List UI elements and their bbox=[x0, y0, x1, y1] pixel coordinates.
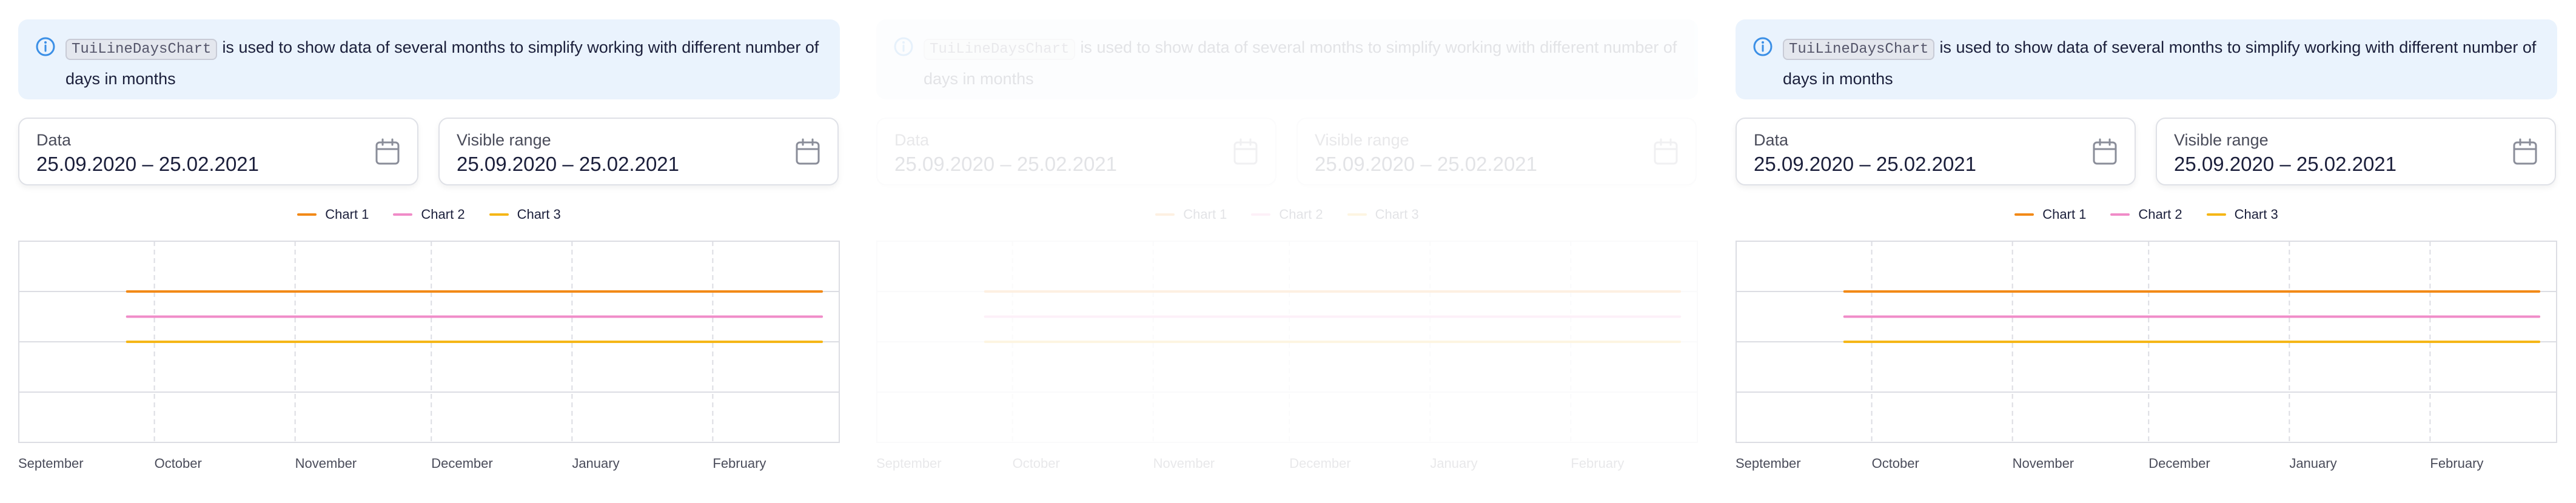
x-tick-label: September bbox=[876, 456, 942, 471]
notice-text: TuiLineDaysChart is used to show data of … bbox=[924, 33, 1682, 93]
chart-legend: Chart 1 Chart 2 Chart 3 bbox=[876, 202, 1698, 227]
legend-item: Chart 1 bbox=[297, 207, 369, 222]
legend-swatch bbox=[297, 213, 317, 216]
data-field-label: Data bbox=[36, 131, 72, 149]
notice-text: TuiLineDaysChart is used to show data of … bbox=[65, 33, 823, 93]
x-tick-label: February bbox=[713, 456, 766, 471]
x-tick-label: February bbox=[1571, 456, 1624, 471]
legend-item: Chart 2 bbox=[2110, 207, 2182, 222]
legend-item: Chart 3 bbox=[2206, 207, 2278, 222]
x-tick-label: December bbox=[1289, 456, 1350, 471]
x-tick-label: December bbox=[431, 456, 492, 471]
x-tick-label: October bbox=[1872, 456, 1919, 471]
line-days-chart: September October November December January F… bbox=[876, 241, 1698, 471]
x-tick-label: January bbox=[572, 456, 619, 471]
visible-range-value[interactable]: 25.09.2020 – 25.02.2021 bbox=[457, 153, 679, 176]
x-tick-label: November bbox=[295, 456, 357, 471]
info-notice: TuiLineDaysChart is used to show data of … bbox=[18, 19, 840, 99]
legend-item: Chart 2 bbox=[393, 207, 465, 222]
x-tick-label: January bbox=[1430, 456, 1477, 471]
legend-swatch bbox=[1347, 213, 1367, 216]
chart-legend: Chart 1 Chart 2 Chart 3 bbox=[1736, 202, 2557, 227]
legend-label: Chart 1 bbox=[1183, 207, 1227, 222]
x-tick-label: October bbox=[1013, 456, 1060, 471]
info-notice: TuiLineDaysChart is used to show data of … bbox=[1736, 19, 2557, 99]
legend-label: Chart 2 bbox=[2138, 207, 2182, 222]
x-tick-label: February bbox=[2430, 456, 2483, 471]
notice-text: TuiLineDaysChart is used to show data of … bbox=[1783, 33, 2541, 93]
legend-label: Chart 2 bbox=[421, 207, 465, 222]
info-notice: TuiLineDaysChart is used to show data of … bbox=[876, 19, 1698, 99]
info-icon bbox=[36, 37, 55, 56]
visible-range-field[interactable]: Visible range 25.09.2020 – 25.02.2021 bbox=[2156, 118, 2556, 185]
legend-label: Chart 3 bbox=[2234, 207, 2278, 222]
demo-panel-1: TuiLineDaysChart is used to show data of … bbox=[18, 0, 858, 503]
legend-label: Chart 1 bbox=[325, 207, 369, 222]
legend-item: Chart 3 bbox=[1347, 207, 1419, 222]
legend-label: Chart 3 bbox=[1375, 207, 1419, 222]
component-code: TuiLineDaysChart bbox=[65, 39, 218, 60]
data-field-value[interactable]: 25.09.2020 – 25.02.2021 bbox=[36, 153, 259, 176]
legend-swatch bbox=[1155, 213, 1175, 216]
x-tick-label: September bbox=[1736, 456, 1801, 471]
calendar-icon[interactable] bbox=[795, 138, 820, 166]
legend-swatch bbox=[1251, 213, 1271, 216]
calendar-icon[interactable] bbox=[1653, 138, 1679, 166]
legend-item: Chart 2 bbox=[1251, 207, 1323, 222]
legend-label: Chart 3 bbox=[517, 207, 561, 222]
visible-range-label: Visible range bbox=[2174, 131, 2269, 149]
data-field-value[interactable]: 25.09.2020 – 25.02.2021 bbox=[894, 153, 1117, 176]
info-icon bbox=[1753, 37, 1773, 56]
data-date-range-field[interactable]: Data 25.09.2020 – 25.02.2021 bbox=[1736, 118, 2136, 185]
x-tick-label: January bbox=[2289, 456, 2336, 471]
line-days-chart: September October November December January F… bbox=[1736, 241, 2557, 471]
chart-legend: Chart 1 Chart 2 Chart 3 bbox=[18, 202, 840, 227]
legend-swatch bbox=[489, 213, 509, 216]
component-code: TuiLineDaysChart bbox=[1783, 39, 1935, 60]
x-tick-label: September bbox=[18, 456, 84, 471]
x-tick-label: December bbox=[2148, 456, 2210, 471]
visible-range-label: Visible range bbox=[1315, 131, 1409, 149]
data-field-value[interactable]: 25.09.2020 – 25.02.2021 bbox=[1754, 153, 1976, 176]
x-tick-label: November bbox=[2013, 456, 2074, 471]
demo-panel-3: TuiLineDaysChart is used to show data of … bbox=[1736, 0, 2575, 503]
line-days-chart: September October November December January F… bbox=[18, 241, 840, 471]
data-field-label: Data bbox=[1754, 131, 1789, 149]
demo-panel-2-faded: TuiLineDaysChart is used to show data of … bbox=[876, 0, 1716, 503]
visible-range-field[interactable]: Visible range 25.09.2020 – 25.02.2021 bbox=[438, 118, 839, 185]
legend-swatch bbox=[393, 213, 413, 216]
legend-swatch bbox=[2110, 213, 2130, 216]
calendar-icon[interactable] bbox=[2092, 138, 2118, 166]
legend-swatch bbox=[2206, 213, 2226, 216]
x-tick-label: October bbox=[155, 456, 202, 471]
visible-range-label: Visible range bbox=[457, 131, 551, 149]
legend-item: Chart 1 bbox=[1155, 207, 1227, 222]
visible-range-field[interactable]: Visible range 25.09.2020 – 25.02.2021 bbox=[1296, 118, 1697, 185]
component-code: TuiLineDaysChart bbox=[924, 39, 1076, 60]
info-icon bbox=[894, 37, 913, 56]
calendar-icon[interactable] bbox=[1233, 138, 1258, 166]
visible-range-value[interactable]: 25.09.2020 – 25.02.2021 bbox=[2174, 153, 2397, 176]
legend-item: Chart 3 bbox=[489, 207, 561, 222]
calendar-icon[interactable] bbox=[2512, 138, 2538, 166]
legend-swatch bbox=[2014, 213, 2034, 216]
legend-item: Chart 1 bbox=[2014, 207, 2086, 222]
legend-label: Chart 2 bbox=[1279, 207, 1323, 222]
legend-label: Chart 1 bbox=[2042, 207, 2087, 222]
data-date-range-field[interactable]: Data 25.09.2020 – 25.02.2021 bbox=[18, 118, 418, 185]
visible-range-value[interactable]: 25.09.2020 – 25.02.2021 bbox=[1315, 153, 1537, 176]
calendar-icon[interactable] bbox=[375, 138, 400, 166]
x-tick-label: November bbox=[1153, 456, 1215, 471]
data-date-range-field[interactable]: Data 25.09.2020 – 25.02.2021 bbox=[876, 118, 1276, 185]
data-field-label: Data bbox=[894, 131, 930, 149]
